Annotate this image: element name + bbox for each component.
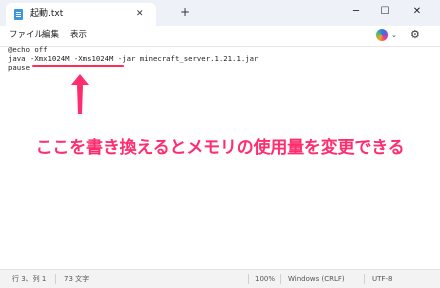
maximize-button[interactable]: ☐ (375, 2, 395, 22)
title-bar: 起動.txt ✕ + ─ ☐ ✕ (0, 0, 440, 26)
notepad-icon (14, 9, 23, 20)
menu-edit[interactable]: 編集 (42, 29, 59, 41)
gear-icon[interactable]: ⚙ (410, 28, 420, 42)
tab-title: 起動.txt (30, 9, 64, 19)
new-tab-button[interactable]: + (180, 4, 190, 20)
tab-close-icon[interactable]: ✕ (136, 7, 144, 21)
chevron-down-icon[interactable]: ⌄ (391, 29, 397, 41)
annotation-text: ここを書き換えるとメモリの使用量を変更できる (35, 138, 405, 158)
menu-bar: ファイル 編集 表示 ⌄ ⚙ (0, 26, 440, 47)
line-ending[interactable]: Windows (CRLF) (288, 273, 345, 285)
cursor-position: 行 3、列 1 (12, 275, 47, 283)
status-divider (248, 274, 249, 284)
arrow-up-icon (71, 74, 89, 114)
status-divider (280, 274, 281, 284)
status-bar: 行 3、列 1 73 文字 100% Windows (CRLF) UTF-8 (0, 269, 440, 288)
code-line-2: java -Xmx1024M -Xms1024M -jar minecraft_… (8, 54, 259, 63)
code-line-3: pause (8, 63, 30, 72)
copilot-icon[interactable] (376, 29, 388, 41)
highlight-underline (32, 65, 124, 67)
close-button[interactable]: ✕ (407, 2, 427, 22)
status-divider (55, 274, 56, 284)
zoom-level[interactable]: 100% (255, 273, 275, 285)
status-divider (364, 274, 365, 284)
tab-document[interactable]: 起動.txt ✕ (6, 3, 156, 26)
encoding[interactable]: UTF-8 (372, 273, 392, 285)
character-count: 73 文字 (64, 275, 90, 283)
minimize-button[interactable]: ─ (346, 2, 366, 22)
menu-view[interactable]: 表示 (70, 29, 87, 41)
menu-file[interactable]: ファイル (9, 29, 43, 41)
